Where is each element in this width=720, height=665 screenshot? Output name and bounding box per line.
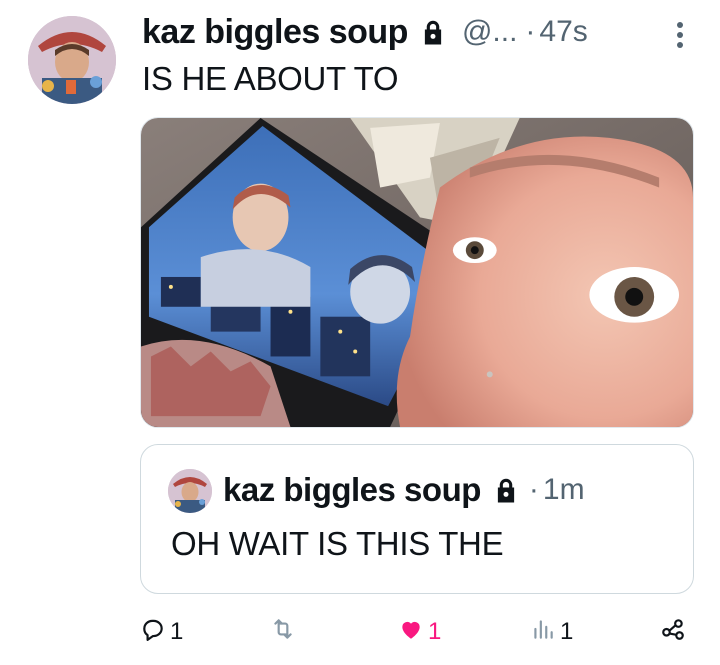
retweet-button[interactable]: [270, 612, 300, 652]
reply-count: 1: [170, 618, 184, 645]
avatar-image: [28, 16, 116, 104]
quoted-tweet[interactable]: kaz biggles soup · 1m OH WAIT IS THIS TH…: [140, 444, 694, 594]
separator-dot: ·: [528, 473, 539, 506]
heart-icon: [398, 616, 424, 649]
avatar[interactable]: [28, 16, 116, 104]
tweet-header: kaz biggles soup @... · 47s: [142, 10, 680, 54]
views-button[interactable]: 1: [530, 612, 573, 652]
lock-icon: [418, 17, 448, 47]
like-button[interactable]: 1: [398, 612, 441, 652]
lock-icon: [491, 475, 521, 505]
like-count: 1: [428, 618, 442, 645]
reply-button[interactable]: 1: [140, 612, 183, 652]
share-icon: [660, 616, 686, 649]
quote-timestamp[interactable]: 1m: [543, 473, 585, 507]
quote-display-name[interactable]: kaz biggles soup: [223, 471, 481, 509]
retweet-icon: [270, 616, 296, 649]
user-handle[interactable]: @...: [462, 15, 517, 49]
display-name[interactable]: kaz biggles soup: [142, 13, 408, 52]
share-button[interactable]: [660, 612, 686, 652]
action-bar: 1 1 1: [140, 612, 694, 652]
quote-header: kaz biggles soup · 1m: [223, 471, 585, 509]
more-icon[interactable]: [676, 20, 684, 50]
views-count: 1: [560, 618, 574, 645]
quote-avatar[interactable]: [168, 469, 212, 513]
quote-text: OH WAIT IS THIS THE: [171, 525, 504, 562]
tweet-text: IS HE ABOUT TO: [142, 60, 399, 97]
tweet-media-image[interactable]: [140, 117, 694, 428]
reply-icon: [140, 616, 166, 649]
quote-avatar-image: [168, 469, 212, 513]
timestamp[interactable]: 47s: [539, 15, 587, 49]
separator-dot: ·: [525, 15, 536, 48]
views-icon: [530, 616, 556, 649]
